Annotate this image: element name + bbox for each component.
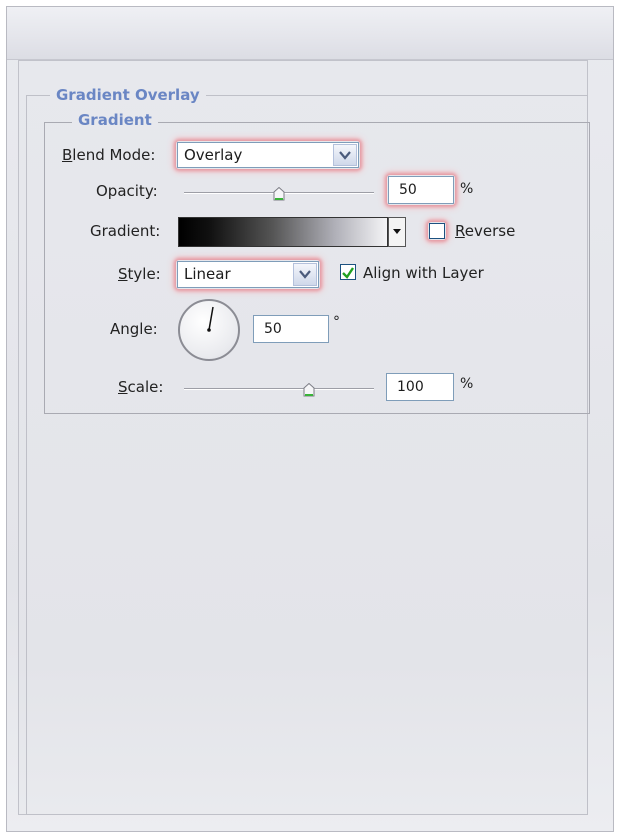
scale-label: Scale: [118, 378, 164, 396]
chevron-down-icon[interactable] [293, 263, 317, 286]
chevron-down-icon[interactable] [333, 144, 357, 166]
blend-mode-select[interactable]: Overlay [177, 142, 359, 168]
checkmark-icon [342, 267, 354, 279]
style-select[interactable]: Linear [177, 261, 319, 288]
opacity-label: Opacity: [96, 182, 158, 200]
style-value: Linear [184, 265, 231, 283]
top-bar [7, 7, 613, 60]
angle-unit: ° [333, 314, 340, 330]
scale-unit: % [460, 376, 474, 392]
align-with-layer-checkbox[interactable] [340, 264, 356, 280]
gradient-dropdown-button[interactable] [388, 217, 406, 247]
angle-input[interactable]: 50 [253, 315, 329, 343]
slider-thumb-icon[interactable] [303, 382, 315, 397]
blend-mode-label: Blend Mode: [62, 146, 156, 164]
angle-label: Angle: [110, 320, 158, 338]
angle-dial[interactable] [178, 299, 240, 361]
gradient-preview[interactable] [178, 217, 388, 247]
style-label: Style: [118, 265, 161, 283]
group-title: Gradient [72, 111, 158, 129]
chevron-down-icon [393, 229, 401, 234]
gradient-label: Gradient: [90, 222, 161, 240]
scale-input[interactable]: 100 [386, 373, 454, 401]
angle-dial-needle [207, 306, 214, 332]
section-title: Gradient Overlay [50, 86, 206, 104]
opacity-unit: % [460, 181, 474, 197]
reverse-checkbox[interactable] [429, 223, 445, 239]
slider-thumb-icon[interactable] [273, 186, 285, 201]
reverse-label[interactable]: Reverse [455, 222, 515, 240]
align-with-layer-label[interactable]: Align with Layer [363, 264, 484, 282]
opacity-input[interactable]: 50 [388, 176, 454, 204]
blend-mode-value: Overlay [184, 146, 243, 164]
scale-slider-track[interactable] [184, 388, 374, 390]
